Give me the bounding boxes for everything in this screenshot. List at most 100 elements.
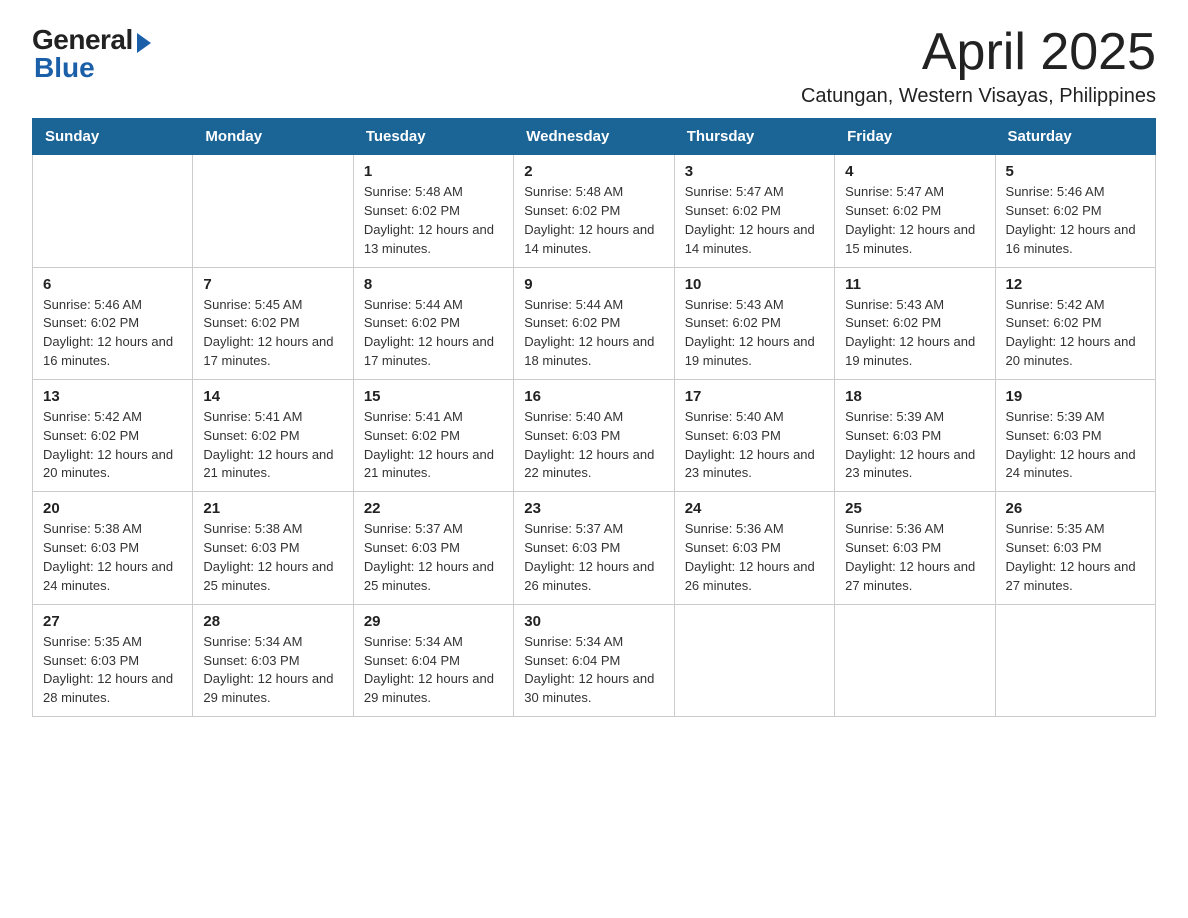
day-number: 15 [364, 388, 503, 405]
header-saturday: Saturday [995, 119, 1155, 155]
day-info: Sunrise: 5:37 AM Sunset: 6:03 PM Dayligh… [364, 520, 503, 595]
logo: General Blue [32, 24, 151, 84]
calendar-cell: 1 Sunrise: 5:48 AM Sunset: 6:02 PM Daylig… [353, 155, 513, 267]
title-block: April 2025 Catungan, Western Visayas, Ph… [801, 24, 1156, 108]
calendar-cell: 24Sunrise: 5:36 AM Sunset: 6:03 PM Dayli… [674, 492, 834, 604]
calendar-cell [995, 604, 1155, 716]
calendar-cell: 12 Sunrise: 5:42 AM Sunset: 6:02 PM Dayli… [995, 267, 1155, 379]
header-sunday: Sunday [33, 119, 193, 155]
day-number: 29 [364, 613, 503, 630]
calendar-cell: 8Sunrise: 5:44 AM Sunset: 6:02 PM Daylig… [353, 267, 513, 379]
calendar-week-row: 27 Sunrise: 5:35 AM Sunset: 6:03 PM Dayli… [33, 604, 1156, 716]
header-monday: Monday [193, 119, 353, 155]
day-number: 25 [845, 500, 984, 517]
day-info: Sunrise: 5:39 AM Sunset: 6:03 PM Dayligh… [845, 408, 984, 483]
calendar-header-row: SundayMondayTuesdayWednesdayThursdayFrid… [33, 119, 1156, 155]
day-info: Sunrise: 5:44 AM Sunset: 6:02 PM Dayligh… [364, 296, 503, 371]
month-year-title: April 2025 [801, 24, 1156, 81]
calendar-cell: 9 Sunrise: 5:44 AM Sunset: 6:02 PM Daylig… [514, 267, 674, 379]
day-info: Sunrise: 5:48 AM Sunset: 6:02 PM Dayligh… [364, 183, 503, 258]
day-info: Sunrise: 5:37 AM Sunset: 6:03 PM Dayligh… [524, 520, 663, 595]
day-number: 13 [43, 388, 182, 405]
header-wednesday: Wednesday [514, 119, 674, 155]
calendar-cell: 16 Sunrise: 5:40 AM Sunset: 6:03 PM Dayli… [514, 379, 674, 491]
calendar-cell: 20Sunrise: 5:38 AM Sunset: 6:03 PM Dayli… [33, 492, 193, 604]
calendar-cell [835, 604, 995, 716]
header-thursday: Thursday [674, 119, 834, 155]
calendar-cell: 29 Sunrise: 5:34 AM Sunset: 6:04 PM Dayli… [353, 604, 513, 716]
day-info: Sunrise: 5:36 AM Sunset: 6:03 PM Dayligh… [845, 520, 984, 595]
day-number: 17 [685, 388, 824, 405]
calendar-cell: 5 Sunrise: 5:46 AM Sunset: 6:02 PM Daylig… [995, 155, 1155, 267]
day-info: Sunrise: 5:47 AM Sunset: 6:02 PM Dayligh… [845, 183, 984, 258]
day-info: Sunrise: 5:43 AM Sunset: 6:02 PM Dayligh… [845, 296, 984, 371]
calendar-week-row: 13 Sunrise: 5:42 AM Sunset: 6:02 PM Dayli… [33, 379, 1156, 491]
day-number: 18 [845, 388, 984, 405]
day-number: 16 [524, 388, 663, 405]
day-number: 28 [203, 613, 342, 630]
day-info: Sunrise: 5:41 AM Sunset: 6:02 PM Dayligh… [364, 408, 503, 483]
day-info: Sunrise: 5:40 AM Sunset: 6:03 PM Dayligh… [524, 408, 663, 483]
logo-arrow-icon [137, 33, 151, 53]
day-info: Sunrise: 5:41 AM Sunset: 6:02 PM Dayligh… [203, 408, 342, 483]
calendar-cell: 25 Sunrise: 5:36 AM Sunset: 6:03 PM Dayli… [835, 492, 995, 604]
day-info: Sunrise: 5:42 AM Sunset: 6:02 PM Dayligh… [1006, 296, 1145, 371]
calendar-cell: 6 Sunrise: 5:46 AM Sunset: 6:02 PM Daylig… [33, 267, 193, 379]
calendar-cell: 22 Sunrise: 5:37 AM Sunset: 6:03 PM Dayli… [353, 492, 513, 604]
day-number: 19 [1006, 388, 1145, 405]
day-number: 11 [845, 276, 984, 293]
location-subtitle: Catungan, Western Visayas, Philippines [801, 85, 1156, 108]
calendar-week-row: 6 Sunrise: 5:46 AM Sunset: 6:02 PM Daylig… [33, 267, 1156, 379]
day-info: Sunrise: 5:42 AM Sunset: 6:02 PM Dayligh… [43, 408, 182, 483]
day-number: 22 [364, 500, 503, 517]
day-number: 27 [43, 613, 182, 630]
day-info: Sunrise: 5:43 AM Sunset: 6:02 PM Dayligh… [685, 296, 824, 371]
day-number: 12 [1006, 276, 1145, 293]
calendar-cell: 11 Sunrise: 5:43 AM Sunset: 6:02 PM Dayli… [835, 267, 995, 379]
calendar-cell [193, 155, 353, 267]
day-info: Sunrise: 5:46 AM Sunset: 6:02 PM Dayligh… [1006, 183, 1145, 258]
day-info: Sunrise: 5:35 AM Sunset: 6:03 PM Dayligh… [43, 633, 182, 708]
calendar-cell: 23 Sunrise: 5:37 AM Sunset: 6:03 PM Dayli… [514, 492, 674, 604]
day-number: 9 [524, 276, 663, 293]
calendar-cell: 14 Sunrise: 5:41 AM Sunset: 6:02 PM Dayli… [193, 379, 353, 491]
day-number: 14 [203, 388, 342, 405]
calendar-week-row: 20Sunrise: 5:38 AM Sunset: 6:03 PM Dayli… [33, 492, 1156, 604]
day-number: 20 [43, 500, 182, 517]
day-number: 5 [1006, 163, 1145, 180]
logo-blue-text: Blue [34, 52, 95, 84]
calendar-cell [33, 155, 193, 267]
calendar-cell: 28 Sunrise: 5:34 AM Sunset: 6:03 PM Dayli… [193, 604, 353, 716]
day-number: 3 [685, 163, 824, 180]
day-info: Sunrise: 5:44 AM Sunset: 6:02 PM Dayligh… [524, 296, 663, 371]
calendar-table: SundayMondayTuesdayWednesdayThursdayFrid… [32, 118, 1156, 717]
day-number: 1 [364, 163, 503, 180]
page-header: General Blue April 2025 Catungan, Wester… [32, 24, 1156, 108]
day-number: 23 [524, 500, 663, 517]
day-info: Sunrise: 5:45 AM Sunset: 6:02 PM Dayligh… [203, 296, 342, 371]
day-number: 26 [1006, 500, 1145, 517]
calendar-cell: 3 Sunrise: 5:47 AM Sunset: 6:02 PM Daylig… [674, 155, 834, 267]
calendar-cell: 19Sunrise: 5:39 AM Sunset: 6:03 PM Dayli… [995, 379, 1155, 491]
day-info: Sunrise: 5:48 AM Sunset: 6:02 PM Dayligh… [524, 183, 663, 258]
day-info: Sunrise: 5:34 AM Sunset: 6:03 PM Dayligh… [203, 633, 342, 708]
calendar-cell: 18 Sunrise: 5:39 AM Sunset: 6:03 PM Dayli… [835, 379, 995, 491]
day-info: Sunrise: 5:34 AM Sunset: 6:04 PM Dayligh… [364, 633, 503, 708]
calendar-header: SundayMondayTuesdayWednesdayThursdayFrid… [33, 119, 1156, 155]
header-tuesday: Tuesday [353, 119, 513, 155]
day-number: 10 [685, 276, 824, 293]
day-number: 6 [43, 276, 182, 293]
day-info: Sunrise: 5:47 AM Sunset: 6:02 PM Dayligh… [685, 183, 824, 258]
calendar-cell: 21Sunrise: 5:38 AM Sunset: 6:03 PM Dayli… [193, 492, 353, 604]
day-info: Sunrise: 5:46 AM Sunset: 6:02 PM Dayligh… [43, 296, 182, 371]
calendar-cell: 30Sunrise: 5:34 AM Sunset: 6:04 PM Dayli… [514, 604, 674, 716]
day-number: 4 [845, 163, 984, 180]
calendar-cell: 10 Sunrise: 5:43 AM Sunset: 6:02 PM Dayli… [674, 267, 834, 379]
calendar-cell: 7Sunrise: 5:45 AM Sunset: 6:02 PM Daylig… [193, 267, 353, 379]
day-number: 30 [524, 613, 663, 630]
day-number: 24 [685, 500, 824, 517]
day-number: 2 [524, 163, 663, 180]
day-number: 21 [203, 500, 342, 517]
calendar-cell: 26Sunrise: 5:35 AM Sunset: 6:03 PM Dayli… [995, 492, 1155, 604]
calendar-cell [674, 604, 834, 716]
